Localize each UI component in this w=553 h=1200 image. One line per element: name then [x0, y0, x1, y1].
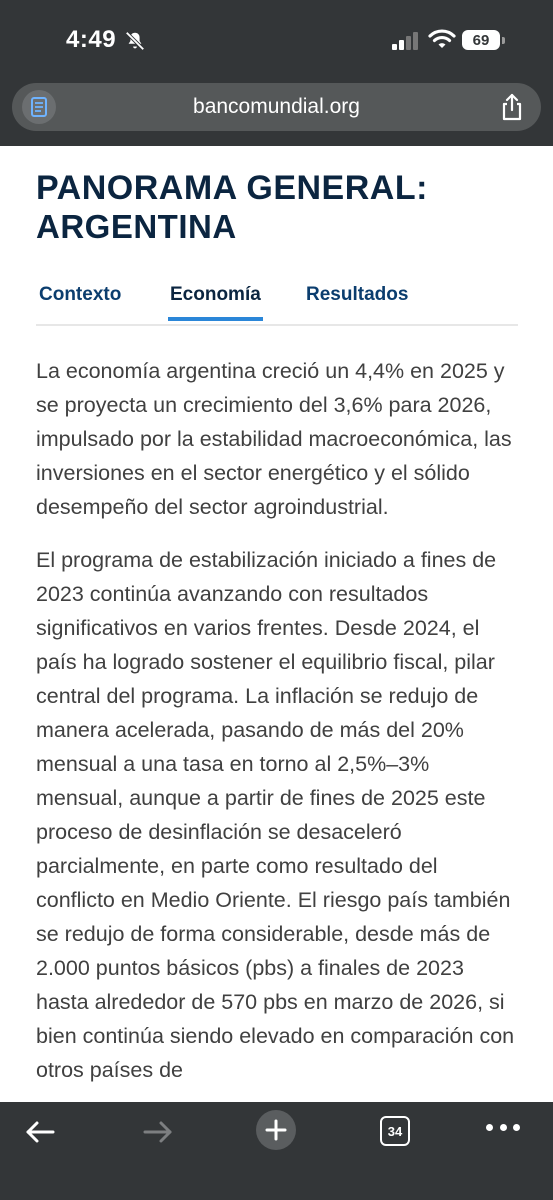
tab-switcher-button[interactable]: 34: [380, 1116, 410, 1146]
plus-icon: [265, 1119, 287, 1141]
bell-slash-icon: [125, 31, 145, 51]
tab-count: 34: [387, 1123, 403, 1139]
page-content: PANORAMA GENERAL: ARGENTINA Contexto Eco…: [36, 146, 518, 1087]
page-title: PANORAMA GENERAL:: [36, 169, 428, 207]
tab-resultados[interactable]: Resultados: [306, 284, 408, 306]
page-subtitle: ARGENTINA: [36, 208, 237, 245]
tab-economia-label: Economía: [170, 284, 261, 305]
section-tabs: Contexto Economía Resultados: [36, 284, 518, 326]
address-bar[interactable]: bancomundial.org: [12, 83, 541, 131]
browser-toolbar: 34: [0, 1102, 553, 1200]
battery-icon: 69: [462, 30, 505, 50]
signal-icon: [392, 32, 420, 50]
status-time: 4:49: [66, 26, 117, 53]
browser-top-chrome: 4:49 69 bancomundial.org: [0, 0, 553, 146]
active-tab-indicator: [168, 317, 263, 321]
more-dots-icon[interactable]: [486, 1124, 520, 1134]
new-tab-button[interactable]: [256, 1110, 296, 1150]
back-arrow-icon[interactable]: [22, 1116, 58, 1148]
forward-arrow-icon[interactable]: [140, 1116, 176, 1148]
paragraph-2: El programa de estabilización iniciado a…: [36, 548, 515, 1082]
tab-contexto[interactable]: Contexto: [39, 284, 121, 306]
tab-economia[interactable]: Economía: [168, 284, 263, 321]
wifi-icon: [428, 29, 456, 48]
share-icon[interactable]: [499, 93, 525, 121]
battery-level: 69: [472, 31, 490, 49]
url-text[interactable]: bancomundial.org: [12, 95, 541, 119]
paragraph-1: La economía argentina creció un 4,4% en …: [36, 359, 512, 519]
